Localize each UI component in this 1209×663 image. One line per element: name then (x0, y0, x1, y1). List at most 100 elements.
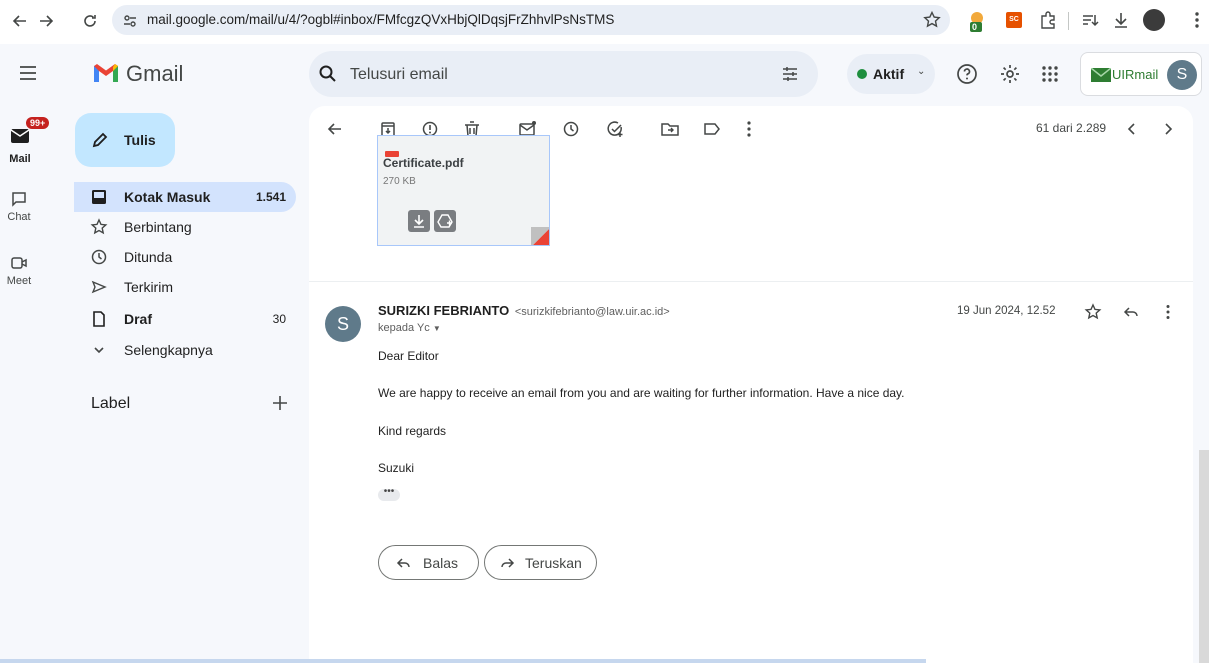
message-date: 19 Jun 2024, 12.52 (957, 305, 1056, 317)
message-more-icon[interactable] (1162, 303, 1174, 321)
forward-arrow-icon (499, 555, 515, 571)
pencil-icon (91, 131, 109, 149)
search-input[interactable]: Telusuri email (350, 66, 448, 84)
body-greeting: Dear Editor (378, 349, 439, 363)
sender-avatar[interactable]: S (325, 306, 361, 342)
toolbar-divider (1068, 12, 1069, 30)
send-icon (90, 278, 108, 296)
search-options-icon[interactable] (780, 64, 800, 84)
sender-name: SURIZKI FEBRIANTO (378, 303, 510, 318)
body-paragraph: We are happy to receive an email from yo… (378, 386, 905, 400)
sidebar-item-sent[interactable]: Terkirim (74, 272, 296, 302)
bookmark-star-icon[interactable] (922, 10, 942, 30)
sidebar-item-label: Berbintang (124, 219, 192, 235)
download-icon[interactable] (1111, 10, 1131, 30)
rail-meet-label[interactable]: Meet (1, 275, 37, 287)
reading-list-icon[interactable] (1080, 10, 1100, 30)
sidebar-item-label: Selengkapnya (124, 342, 213, 358)
apps-grid-icon[interactable] (1040, 64, 1060, 84)
account-avatar[interactable]: S (1167, 60, 1197, 90)
snooze-clock-icon[interactable] (561, 119, 581, 139)
move-to-icon[interactable] (660, 119, 680, 139)
account-brand-box[interactable]: UIRmail S (1080, 52, 1202, 96)
back-to-inbox-icon[interactable] (325, 119, 345, 139)
reply-icon[interactable] (1122, 303, 1140, 321)
add-label-icon[interactable] (271, 394, 289, 412)
sidebar-item-drafts[interactable]: Draf 30 (74, 304, 296, 334)
video-camera-icon[interactable] (11, 256, 27, 270)
body-signature: Suzuki (378, 461, 415, 475)
sidebar-item-snoozed[interactable]: Ditunda (74, 242, 296, 272)
sidebar-item-count: 1.541 (255, 190, 286, 204)
rail-chat-label[interactable]: Chat (1, 211, 37, 223)
status-dropdown[interactable]: Aktif ⌄ (847, 54, 935, 94)
uir-mail-logo-icon (1091, 68, 1111, 82)
settings-gear-icon[interactable] (999, 63, 1021, 85)
download-attachment-icon[interactable] (408, 210, 430, 232)
gmail-logo-icon[interactable] (92, 62, 120, 84)
newer-chevron-left-icon[interactable] (1122, 119, 1142, 139)
mail-unread-badge: 99+ (26, 117, 50, 129)
recipient-text: kepada Yc (378, 322, 430, 334)
sidebar-item-inbox[interactable]: Kotak Masuk 1.541 (74, 182, 296, 212)
account-brand-label: UIRmail (1112, 67, 1159, 82)
more-options-icon[interactable] (742, 119, 756, 139)
sidebar-item-label: Terkirim (124, 279, 173, 295)
extension-icon[interactable]: 0 (968, 10, 990, 34)
horizontal-scrollbar[interactable] (0, 659, 926, 663)
attachment-size: 270 KB (383, 176, 416, 187)
mail-icon (10, 128, 30, 144)
save-to-drive-icon[interactable] (434, 210, 456, 232)
rail-mail[interactable]: 99+ (8, 117, 50, 152)
inbox-icon (90, 188, 108, 206)
sidebar-item-label: Ditunda (124, 249, 173, 265)
reply-label: Balas (423, 555, 459, 571)
clock-icon (90, 248, 108, 266)
chat-icon[interactable] (11, 191, 27, 207)
main-menu-icon[interactable] (18, 64, 38, 82)
rail-mail-label[interactable]: Mail (2, 153, 38, 165)
sidebar-item-more[interactable]: Selengkapnya (74, 335, 296, 365)
help-icon[interactable] (956, 63, 978, 85)
browser-menu-icon[interactable] (1190, 10, 1204, 30)
attachment-filename: Certificate.pdf (383, 156, 464, 170)
message-divider (309, 281, 1193, 282)
sidebar-item-count: 30 (272, 312, 286, 326)
extensions-puzzle-icon[interactable] (1038, 10, 1058, 30)
add-to-tasks-icon[interactable] (605, 119, 625, 139)
vertical-scrollbar[interactable] (1199, 450, 1209, 663)
reply-arrow-icon (396, 555, 412, 571)
older-chevron-right-icon[interactable] (1158, 119, 1178, 139)
recipient-line[interactable]: kepada Yc ▼ (378, 322, 441, 334)
back-arrow-icon[interactable] (10, 11, 30, 31)
sender-email: <surizkifebrianto@law.uir.ac.id> (514, 306, 670, 318)
star-icon (90, 218, 108, 236)
star-message-icon[interactable] (1084, 303, 1102, 321)
search-icon[interactable] (318, 64, 338, 84)
attachment-card[interactable]: Certificate.pdf 270 KB (377, 135, 550, 246)
forward-button[interactable]: Teruskan (484, 545, 597, 580)
label-icon[interactable] (702, 119, 722, 139)
labels-heading: Label (91, 395, 131, 412)
sender-line[interactable]: SURIZKI FEBRIANTO <surizkifebrianto@law.… (378, 303, 670, 318)
status-dot (857, 69, 867, 79)
app-title: Gmail (126, 61, 184, 86)
browser-profile-avatar[interactable] (1143, 9, 1165, 31)
body-closing: Kind regards (378, 424, 447, 438)
reply-button[interactable]: Balas (378, 545, 479, 580)
sidebar-item-label: Draf (124, 311, 153, 327)
sidebar-item-label: Kotak Masuk (124, 189, 211, 205)
forward-arrow-icon[interactable] (36, 11, 56, 31)
pdf-corner-fold (531, 227, 549, 245)
forward-label: Teruskan (525, 555, 582, 571)
sc-extension-icon[interactable]: SC (1006, 12, 1022, 28)
compose-button[interactable]: Tulis (75, 113, 175, 167)
site-info-icon[interactable] (122, 13, 138, 29)
reload-icon[interactable] (80, 11, 100, 31)
sidebar-item-starred[interactable]: Berbintang (74, 212, 296, 242)
url-text[interactable]: mail.google.com/mail/u/4/?ogbl#inbox/FMf… (147, 12, 614, 27)
chevron-down-icon: ▼ (432, 324, 441, 333)
show-trimmed-content-button[interactable]: ••• (378, 487, 400, 501)
chevron-down-icon (90, 341, 108, 359)
chevron-down-icon: ⌄ (917, 66, 926, 77)
